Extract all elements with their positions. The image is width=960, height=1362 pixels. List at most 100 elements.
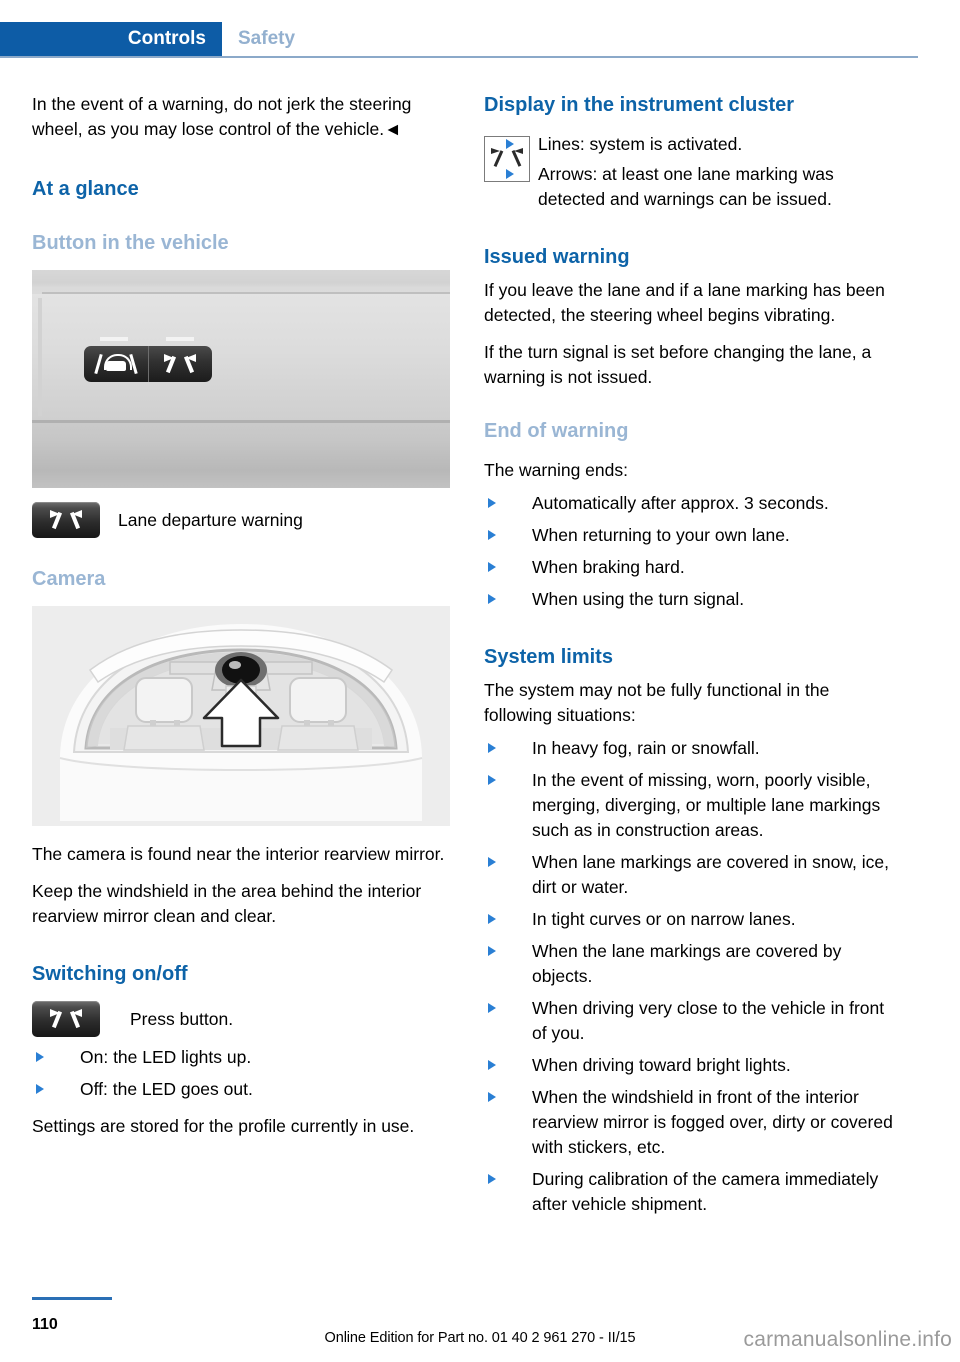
press-button-row: Press button. [32, 1001, 450, 1037]
bullet-triangle-icon [488, 857, 496, 867]
bullet-triangle-icon [488, 1060, 496, 1070]
header-divider [0, 56, 918, 58]
list-item: When returning to your own lane. [484, 523, 902, 548]
list-item-label: When lane markings are covered in snow, … [532, 852, 889, 897]
display-cluster-bullet-list: Lines: system is activated. Arrows: at l… [484, 132, 902, 212]
heading-system-limits: System limits [484, 646, 613, 668]
list-item: Arrows: at least one lane marking was de… [484, 162, 902, 212]
list-item: On: the LED lights up. [32, 1045, 450, 1070]
list-item-label: In heavy fog, rain or snowfall. [532, 738, 760, 758]
camera-paragraph-1: The camera is found near the interior re… [32, 844, 445, 864]
issued-warning-paragraph-2: If the turn signal is set before changin… [484, 342, 872, 387]
list-item: Off: the LED goes out. [32, 1077, 450, 1102]
press-button-label: Press button. [130, 1008, 234, 1029]
intro-paragraph: In the event of a warning, do not jerk t… [32, 94, 412, 139]
button-pair [84, 337, 212, 382]
led-indicator-left [100, 337, 128, 341]
tab-safety[interactable]: Safety [238, 22, 295, 56]
bullet-triangle-icon [488, 1092, 496, 1102]
end-of-warning-intro: The warning ends: [484, 460, 628, 480]
list-item-label: During calibration of the camera immedia… [532, 1169, 879, 1214]
figure-button-in-vehicle [32, 270, 450, 488]
list-item-label: When using the turn signal. [532, 589, 745, 609]
panel-trim-line-upper [42, 292, 450, 294]
lane-departure-warning-icon [46, 1009, 86, 1029]
lane-departure-warning-icon-button[interactable] [32, 502, 100, 538]
list-item: When using the turn signal. [484, 587, 902, 612]
list-item-label: When driving very close to the vehicle i… [532, 998, 885, 1043]
panel-trim-line-lower [32, 420, 450, 423]
list-item: When the windshield in front of the inte… [484, 1085, 902, 1160]
heading-camera: Camera [32, 568, 106, 590]
camera-illustration [32, 606, 450, 826]
heading-at-a-glance: At a glance [32, 178, 139, 200]
list-item: During calibration of the camera immedia… [484, 1167, 902, 1217]
lane-departure-warning-icon [46, 510, 86, 530]
lane-departure-warning-button[interactable] [148, 346, 212, 382]
lane-departure-warning-icon-button[interactable] [32, 1001, 100, 1037]
heading-issued-warning: Issued warning [484, 246, 630, 268]
left-column: In the event of a warning, do not jerk t… [32, 92, 450, 1139]
bullet-triangle-icon [36, 1084, 44, 1094]
bullet-triangle-icon [506, 169, 514, 179]
list-item-label: In the event of missing, worn, poorly vi… [532, 770, 881, 840]
list-item-label: When braking hard. [532, 557, 685, 577]
list-item: Lines: system is activated. [484, 132, 902, 157]
tab-controls[interactable]: Controls [0, 22, 222, 56]
bullet-triangle-icon [488, 914, 496, 924]
footer-divider [32, 1297, 112, 1300]
list-item-label: Arrows: at least one lane marking was de… [538, 164, 834, 209]
settings-paragraph: Settings are stored for the profile curr… [32, 1116, 415, 1136]
issued-warning-paragraph-1: If you leave the lane and if a lane mark… [484, 280, 885, 325]
heading-switching-on-off: Switching on/off [32, 963, 188, 985]
list-item: When driving very close to the vehicle i… [484, 996, 902, 1046]
heading-button-in-the-vehicle: Button in the vehicle [32, 232, 229, 254]
list-item: In tight curves or on narrow lanes. [484, 907, 902, 932]
figure-camera-location [32, 606, 450, 826]
bullet-triangle-icon [488, 743, 496, 753]
bullet-triangle-icon [488, 562, 496, 572]
bullet-triangle-icon [488, 1003, 496, 1013]
end-of-warning-bullet-list: Automatically after approx. 3 seconds. W… [484, 491, 902, 612]
bullet-triangle-icon [488, 594, 496, 604]
list-item: Automatically after approx. 3 seconds. [484, 491, 902, 516]
led-indicator-right [166, 337, 194, 341]
list-item: When lane markings are covered in snow, … [484, 850, 902, 900]
lane-departure-legend-label: Lane departure warning [118, 509, 303, 530]
list-item-label: On: the LED lights up. [80, 1047, 252, 1067]
list-item-label: In tight curves or on narrow lanes. [532, 909, 796, 929]
list-item: When the lane markings are covered by ob… [484, 939, 902, 989]
list-item-label: When returning to your own lane. [532, 525, 790, 545]
bullet-triangle-icon [488, 775, 496, 785]
list-item-label: When the lane markings are covered by ob… [532, 941, 842, 986]
lane-departure-warning-icon [160, 354, 200, 374]
list-item: When driving toward bright lights. [484, 1053, 902, 1078]
bullet-triangle-icon [506, 139, 514, 149]
right-column: Display in the instrument cluster Lines:… [484, 92, 902, 1224]
list-item: When braking hard. [484, 555, 902, 580]
system-limits-intro: The system may not be fully functional i… [484, 680, 830, 725]
forward-collision-warning-icon [94, 353, 138, 375]
forward-collision-warning-button[interactable] [84, 346, 149, 382]
heading-display-in-instrument-cluster: Display in the instrument cluster [484, 94, 795, 116]
list-item-label: When driving toward bright lights. [532, 1055, 791, 1075]
bullet-triangle-icon [36, 1052, 44, 1062]
camera-paragraph-2: Keep the windshield in the area behind t… [32, 881, 422, 926]
bullet-triangle-icon [488, 530, 496, 540]
bullet-triangle-icon [488, 498, 496, 508]
heading-end-of-warning: End of warning [484, 420, 629, 442]
list-item-label: Lines: system is activated. [538, 134, 743, 154]
page-header: Controls Safety [0, 22, 960, 56]
system-limits-bullet-list: In heavy fog, rain or snowfall. In the e… [484, 736, 902, 1217]
list-item-label: Off: the LED goes out. [80, 1079, 253, 1099]
bullet-triangle-icon [488, 1174, 496, 1184]
watermark: carmanualsonline.info [743, 1328, 952, 1351]
cluster-icon-block: Lines: system is activated. Arrows: at l… [484, 132, 902, 212]
switching-bullet-list: On: the LED lights up. Off: the LED goes… [32, 1045, 450, 1102]
list-item: In the event of missing, worn, poorly vi… [484, 768, 902, 843]
bullet-triangle-icon [488, 946, 496, 956]
list-item-label: Automatically after approx. 3 seconds. [532, 493, 829, 513]
list-item: In heavy fog, rain or snowfall. [484, 736, 902, 761]
list-item-label: When the windshield in front of the inte… [532, 1087, 893, 1157]
lane-departure-legend-row: Lane departure warning [32, 502, 450, 538]
